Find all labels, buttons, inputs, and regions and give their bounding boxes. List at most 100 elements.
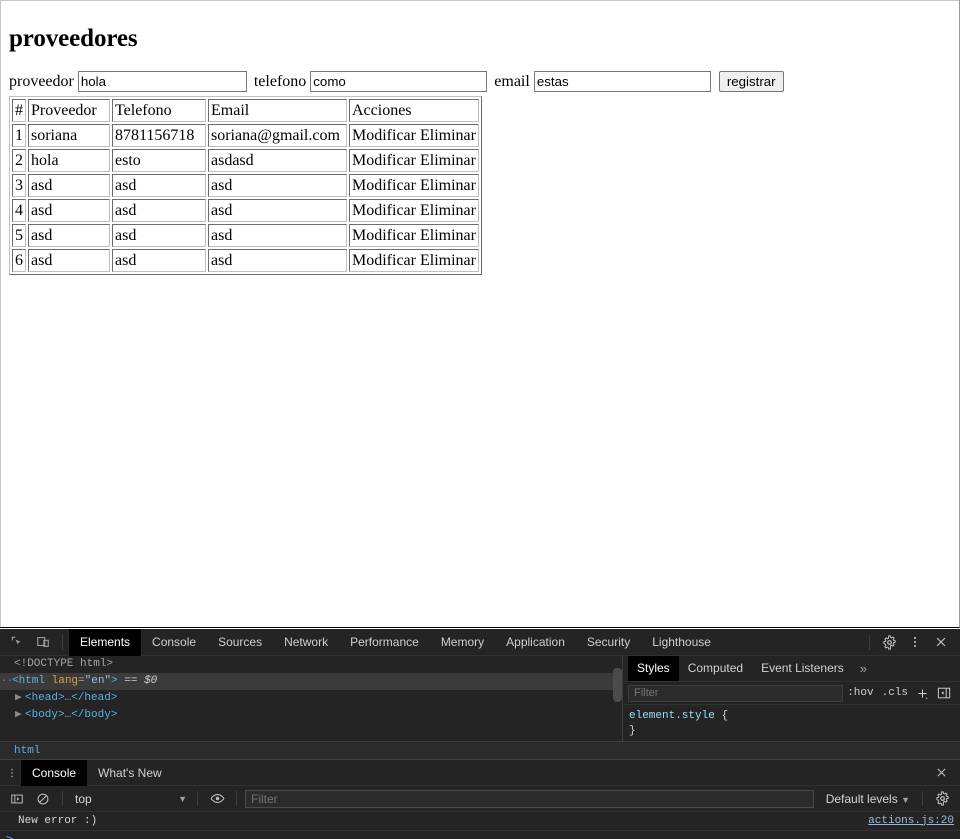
cell-acciones: Modificar Eliminar	[349, 124, 479, 147]
console-sidebar-toggle-icon[interactable]	[4, 787, 30, 810]
cls-toggle[interactable]: .cls	[878, 687, 912, 699]
element-style-rule[interactable]: element.style {	[629, 709, 960, 724]
styles-filter-input[interactable]	[628, 684, 844, 702]
styles-tab-styles[interactable]: Styles	[628, 656, 679, 681]
styles-tabbar: Styles Computed Event Listeners »	[623, 656, 960, 682]
html-tag-text: <html	[12, 675, 46, 687]
head-node-text: <head>…</head>	[25, 692, 118, 704]
dom-row-body[interactable]: ▶ <body>…</body>	[0, 707, 622, 724]
cell-index: 2	[12, 149, 26, 172]
elements-panel: <!DOCTYPE html> ···<html lang="en"> == $…	[0, 656, 960, 741]
toggle-computed-sidebar-icon[interactable]	[933, 686, 955, 700]
column-header-proveedor: Proveedor	[28, 99, 110, 122]
console-message[interactable]: New error :) actions.js:20	[0, 812, 960, 831]
modificar-link[interactable]: Modificar	[352, 252, 416, 269]
cell-telefono: 8781156718	[112, 124, 206, 147]
expand-arrow-icon[interactable]: ▶	[15, 690, 25, 707]
console-context-value: top	[75, 791, 92, 806]
tab-elements[interactable]: Elements	[69, 629, 142, 656]
email-input[interactable]	[533, 71, 711, 92]
close-drawer-icon[interactable]	[928, 761, 954, 784]
cell-index: 1	[12, 124, 26, 147]
dom-breadcrumb[interactable]: html	[0, 741, 960, 760]
console-message-source-link[interactable]: actions.js:20	[868, 812, 954, 831]
tabbar-actions-separator	[869, 634, 870, 650]
tab-memory[interactable]: Memory	[430, 629, 495, 656]
modificar-link[interactable]: Modificar	[352, 202, 416, 219]
cell-proveedor: hola	[28, 149, 110, 172]
table-row: 5 asd asd asd Modificar Eliminar	[12, 224, 479, 247]
eliminar-link[interactable]: Eliminar	[420, 127, 476, 144]
console-message-text: New error :)	[18, 814, 98, 827]
dom-row-head[interactable]: ▶ <head>…</head>	[0, 690, 622, 707]
console-toolbar: top ▼ Default levels ▼	[0, 786, 960, 812]
cell-proveedor: soriana	[28, 124, 110, 147]
console-output: New error :) actions.js:20 >	[0, 812, 960, 839]
cell-email: asd	[208, 249, 347, 272]
cell-acciones: Modificar Eliminar	[349, 174, 479, 197]
element-style-selector: element.style	[629, 710, 715, 722]
eliminar-link[interactable]: Eliminar	[420, 202, 476, 219]
settings-gear-icon[interactable]	[876, 631, 902, 654]
cell-telefono: asd	[112, 199, 206, 222]
tab-console[interactable]: Console	[141, 629, 207, 656]
eliminar-link[interactable]: Eliminar	[420, 177, 476, 194]
console-settings-gear-icon[interactable]	[929, 787, 955, 810]
console-prompt-row[interactable]: >	[0, 831, 960, 839]
dom-row-html[interactable]: ···<html lang="en"> == $0	[0, 673, 622, 690]
drawer-tab-whats-new[interactable]: What's New	[87, 760, 173, 786]
chevron-down-icon: ▼	[178, 793, 187, 804]
tab-security[interactable]: Security	[576, 629, 641, 656]
dom-tree[interactable]: <!DOCTYPE html> ···<html lang="en"> == $…	[0, 656, 622, 741]
telefono-input[interactable]	[310, 71, 488, 92]
modificar-link[interactable]: Modificar	[352, 227, 416, 244]
dom-tree-scrollbar[interactable]	[613, 668, 622, 702]
proveedor-input[interactable]	[77, 71, 247, 92]
tab-lighthouse[interactable]: Lighthouse	[641, 629, 722, 656]
tab-network[interactable]: Network	[273, 629, 339, 656]
email-label: email	[494, 72, 530, 90]
expand-arrow-icon-body[interactable]: ▶	[15, 707, 25, 724]
tab-application[interactable]: Application	[495, 629, 576, 656]
styles-tab-event-listeners[interactable]: Event Listeners	[752, 656, 853, 681]
cell-telefono: asd	[112, 224, 206, 247]
modificar-link[interactable]: Modificar	[352, 177, 416, 194]
eliminar-link[interactable]: Eliminar	[420, 152, 476, 169]
inspect-element-icon[interactable]	[4, 631, 30, 654]
styles-more-tabs-icon[interactable]: »	[853, 661, 874, 676]
table-row: 1 soriana 8781156718 soriana@gmail.com Modif…	[12, 124, 479, 147]
tabbar-separator	[62, 634, 63, 650]
styles-tab-computed[interactable]: Computed	[679, 656, 752, 681]
cell-proveedor: asd	[28, 249, 110, 272]
drawer-more-options-icon[interactable]	[3, 767, 21, 779]
rule-close-brace: }	[629, 725, 636, 737]
drawer-tab-console[interactable]: Console	[21, 759, 88, 786]
tab-sources[interactable]: Sources	[207, 629, 273, 656]
column-header-index: #	[12, 99, 26, 122]
eliminar-link[interactable]: Eliminar	[420, 252, 476, 269]
hov-toggle[interactable]: :hov	[843, 687, 877, 699]
cell-telefono: asd	[112, 249, 206, 272]
table-row: 2 hola esto asdasd Modificar Eliminar	[12, 149, 479, 172]
cell-telefono: esto	[112, 149, 206, 172]
eliminar-link[interactable]: Eliminar	[420, 227, 476, 244]
devtools-panel: Elements Console Sources Network Perform…	[0, 629, 960, 839]
proveedores-table: # Proveedor Telefono Email Acciones 1 sor…	[9, 96, 482, 275]
cell-index: 4	[12, 199, 26, 222]
device-toolbar-icon[interactable]	[30, 631, 56, 654]
console-toolbar-separator-2	[197, 791, 198, 806]
tab-performance[interactable]: Performance	[339, 629, 430, 656]
modificar-link[interactable]: Modificar	[352, 152, 416, 169]
dom-row-doctype[interactable]: <!DOCTYPE html>	[0, 656, 622, 673]
more-options-kebab-icon[interactable]	[902, 631, 928, 654]
new-style-rule-plus-icon[interactable]	[912, 687, 933, 700]
registrar-button[interactable]: registrar	[718, 71, 784, 92]
modificar-link[interactable]: Modificar	[352, 127, 416, 144]
console-log-levels-selector[interactable]: Default levels ▼	[820, 792, 916, 806]
console-context-selector[interactable]: top ▼	[69, 792, 191, 806]
live-expression-eye-icon[interactable]	[204, 787, 230, 810]
close-devtools-icon[interactable]	[928, 631, 954, 654]
table-body: 1 soriana 8781156718 soriana@gmail.com Modif…	[12, 124, 479, 272]
clear-console-icon[interactable]	[30, 787, 56, 810]
console-filter-input[interactable]	[245, 789, 814, 808]
